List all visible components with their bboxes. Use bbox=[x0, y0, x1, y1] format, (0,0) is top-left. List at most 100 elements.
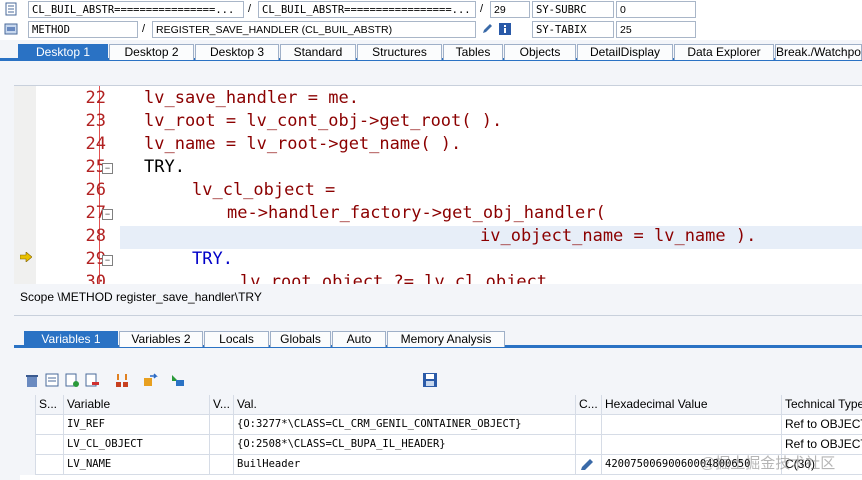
fold-toggle-icon[interactable]: − bbox=[102, 163, 113, 174]
code-line-27[interactable]: me->handler_factory->get_obj_handler( bbox=[227, 203, 606, 223]
tab-data-explorer[interactable]: Data Explorer bbox=[674, 44, 774, 60]
tab-desktop-3[interactable]: Desktop 3 bbox=[195, 44, 279, 60]
code-line-28[interactable]: iv_object_name = lv_name ). bbox=[480, 226, 756, 246]
layout-icon[interactable] bbox=[170, 372, 186, 388]
variable-cell[interactable]: LV_NAME bbox=[64, 455, 210, 475]
event-field[interactable]: REGISTER_SAVE_HANDLER (CL_BUIL_ABSTR) bbox=[152, 21, 476, 38]
fold-toggle-icon[interactable]: − bbox=[102, 255, 113, 266]
code-line-25[interactable]: TRY. bbox=[144, 157, 185, 177]
table-row[interactable]: IV_REF {O:3277*\CLASS=CL_CRM_GENIL_CONTA… bbox=[20, 415, 862, 435]
load-icon[interactable] bbox=[114, 372, 130, 388]
tab-detail-display[interactable]: DetailDisplay bbox=[577, 44, 673, 60]
line-number: 30 bbox=[85, 272, 106, 284]
sysvar-value-1[interactable]: 0 bbox=[616, 1, 696, 18]
tab-structures[interactable]: Structures bbox=[357, 44, 442, 60]
line-number: 26 bbox=[85, 180, 106, 200]
column-header-status[interactable]: S... bbox=[36, 395, 64, 415]
line-number: 22 bbox=[85, 88, 106, 108]
v-cell bbox=[210, 435, 234, 455]
tab-desktop-1[interactable]: Desktop 1 bbox=[18, 44, 108, 60]
status-cell bbox=[36, 435, 64, 455]
row-selector[interactable] bbox=[20, 435, 36, 455]
status-cell bbox=[36, 455, 64, 475]
scope-path: Scope \METHOD register_save_handler\TRY bbox=[20, 290, 262, 304]
execution-pointer-icon bbox=[20, 252, 32, 262]
c-cell bbox=[576, 415, 602, 435]
hex-cell[interactable] bbox=[602, 415, 782, 435]
row-selector[interactable] bbox=[20, 415, 36, 435]
code-line-22[interactable]: lv_save_handler = me. bbox=[144, 88, 359, 108]
column-header-value[interactable]: Val. bbox=[234, 395, 576, 415]
line-number: 23 bbox=[85, 111, 106, 131]
code-line-30[interactable]: lv_root_object ?= lv_cl_object bbox=[240, 272, 547, 284]
line-number: 29 bbox=[85, 249, 106, 269]
row-selector-header[interactable] bbox=[20, 395, 36, 415]
column-header-variable[interactable]: Variable bbox=[64, 395, 210, 415]
status-cell bbox=[36, 415, 64, 435]
delete-icon[interactable] bbox=[24, 372, 40, 388]
tab-tables[interactable]: Tables bbox=[443, 44, 503, 60]
fold-toggle-icon[interactable]: − bbox=[102, 209, 113, 220]
tab-break-watchpoints[interactable]: Break./Watchpoints bbox=[775, 44, 862, 60]
insert-icon[interactable] bbox=[44, 372, 60, 388]
tab-locals[interactable]: Locals bbox=[204, 331, 269, 347]
sysvar-value-2[interactable]: 25 bbox=[616, 21, 696, 38]
v-cell bbox=[210, 415, 234, 435]
tab-desktop-2[interactable]: Desktop 2 bbox=[109, 44, 194, 60]
table-header-row: S... Variable V... Val. C... Hexadecimal… bbox=[20, 395, 862, 415]
variables-toolbar bbox=[20, 370, 850, 390]
tab-variables-1[interactable]: Variables 1 bbox=[24, 331, 118, 347]
edit-value-pencil-icon[interactable] bbox=[578, 457, 596, 473]
source-code-editor[interactable]: 22 23 24 25 26 27 28 29 30 − − − lv_save… bbox=[14, 85, 862, 284]
tab-memory-analysis[interactable]: Memory Analysis bbox=[387, 331, 505, 347]
code-line-23[interactable]: lv_root = lv_cont_obj->get_root( ). bbox=[144, 111, 502, 131]
tab-globals[interactable]: Globals bbox=[270, 331, 331, 347]
line-number: 27 bbox=[85, 203, 106, 223]
line-number-column: 22 23 24 25 26 27 28 29 30 bbox=[36, 86, 106, 284]
save-icon[interactable] bbox=[422, 372, 438, 388]
program-icon[interactable] bbox=[4, 2, 18, 16]
watermark: @掘土掘金技术社区 bbox=[700, 455, 836, 472]
info-icon[interactable] bbox=[498, 22, 512, 36]
column-header-technical-type[interactable]: Technical Type bbox=[782, 395, 862, 415]
info-row-1: CL_BUIL_ABSTR================... / CL_BU… bbox=[0, 0, 862, 20]
code-line-24[interactable]: lv_name = lv_root->get_name( ). bbox=[144, 134, 461, 154]
info-row-2: METHOD / REGISTER_SAVE_HANDLER (CL_BUIL_… bbox=[0, 20, 862, 40]
v-cell bbox=[210, 455, 234, 475]
separator: / bbox=[248, 3, 252, 15]
separator: / bbox=[480, 3, 484, 15]
desktop-tabstrip: Desktop 1 Desktop 2 Desktop 3 Standard S… bbox=[0, 43, 862, 61]
column-header-c[interactable]: C... bbox=[576, 395, 602, 415]
line-number: 25 bbox=[85, 157, 106, 177]
c-cell[interactable] bbox=[576, 455, 602, 475]
line-number-field[interactable]: 29 bbox=[490, 1, 530, 18]
value-cell[interactable]: {O:3277*\CLASS=CL_CRM_GENIL_CONTAINER_OB… bbox=[234, 415, 576, 435]
code-line-26[interactable]: lv_cl_object = bbox=[192, 180, 335, 200]
variable-cell[interactable]: IV_REF bbox=[64, 415, 210, 435]
variables-tabstrip: Variables 1 Variables 2 Locals Globals A… bbox=[14, 330, 862, 348]
edit-pencil-icon[interactable] bbox=[480, 22, 494, 36]
separator: / bbox=[142, 23, 146, 35]
details-icon[interactable] bbox=[64, 372, 80, 388]
row-selector[interactable] bbox=[20, 455, 36, 475]
include-field[interactable]: CL_BUIL_ABSTR=================... bbox=[258, 1, 476, 18]
event-type-field[interactable]: METHOD bbox=[28, 21, 138, 38]
value-cell[interactable]: BuilHeader bbox=[234, 455, 576, 475]
c-cell bbox=[576, 435, 602, 455]
remove-row-icon[interactable] bbox=[84, 372, 100, 388]
tab-auto[interactable]: Auto bbox=[332, 331, 386, 347]
program-field[interactable]: CL_BUIL_ABSTR================... bbox=[28, 1, 244, 18]
column-header-v[interactable]: V... bbox=[210, 395, 234, 415]
value-cell[interactable]: {O:2508*\CLASS=CL_BUPA_IL_HEADER} bbox=[234, 435, 576, 455]
tab-standard[interactable]: Standard bbox=[280, 44, 356, 60]
tab-variables-2[interactable]: Variables 2 bbox=[119, 331, 203, 347]
column-header-hex[interactable]: Hexadecimal Value bbox=[602, 395, 782, 415]
code-line-29[interactable]: TRY. bbox=[192, 249, 233, 269]
line-number: 24 bbox=[85, 134, 106, 154]
transfer-icon[interactable] bbox=[142, 372, 158, 388]
variable-cell[interactable]: LV_CL_OBJECT bbox=[64, 435, 210, 455]
type-cell: Ref to OBJECT bbox=[785, 417, 862, 431]
line-number: 28 bbox=[85, 226, 106, 246]
tab-objects[interactable]: Objects bbox=[504, 44, 576, 60]
method-icon[interactable] bbox=[4, 22, 18, 36]
